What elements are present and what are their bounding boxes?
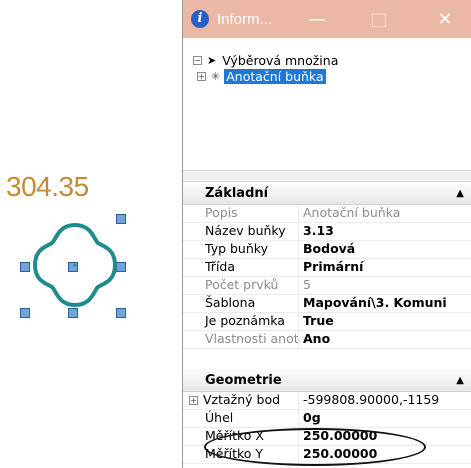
window-title: Inform... [217, 10, 273, 28]
information-panel: i Inform... — □ ✕ − ➤ Výběrová množina +… [182, 0, 471, 468]
info-icon: i [191, 10, 209, 28]
property-row[interactable]: Název buňky 3.13 [183, 223, 471, 241]
tree-child-label[interactable]: Anotační buňka [224, 68, 326, 84]
cell-annotation-text[interactable]: 304.35 [6, 171, 89, 203]
close-button[interactable]: ✕ [425, 0, 465, 38]
collapse-icon[interactable]: − [193, 55, 202, 65]
property-row[interactable]: Počet prvků 5 [183, 277, 471, 295]
annotation-cell-icon: ✳ [211, 69, 221, 83]
section-geometry-title: Geometrie [205, 372, 282, 388]
property-row[interactable]: Třída Primární [183, 259, 471, 277]
collapse-up-icon[interactable]: ▲ [456, 188, 464, 199]
tree-child[interactable]: + ✳ Anotační buňka [193, 68, 471, 84]
maximize-button[interactable]: □ [359, 0, 399, 38]
minimize-button[interactable]: — [297, 0, 337, 38]
selection-tree: − ➤ Výběrová množina + ✳ Anotační buňka [183, 38, 471, 170]
quatrefoil-cell-symbol[interactable] [20, 210, 130, 320]
tree-root-label: Výběrová množina [222, 52, 339, 68]
section-gap [183, 349, 471, 369]
section-basic-header[interactable]: Základní ▲ [183, 182, 471, 205]
collapse-up-icon[interactable]: ▲ [456, 375, 464, 386]
panel-splitter[interactable] [183, 170, 471, 182]
section-basic-title: Základní [205, 185, 269, 201]
section-geometry-header[interactable]: Geometrie ▲ [183, 369, 471, 392]
property-row[interactable]: + Vztažný bod -599808.90000,-1159 [183, 392, 471, 410]
expand-icon[interactable]: + [189, 396, 198, 405]
basic-properties: Popis Anotační buňka Název buňky 3.13 Typ … [183, 205, 471, 349]
property-row[interactable]: Měřítko Y 250.00000 [183, 446, 471, 464]
property-row[interactable]: Je poznámka True [183, 313, 471, 331]
drawing-canvas[interactable]: 304.35 [0, 0, 180, 468]
geometry-properties: + Vztažný bod -599808.90000,-1159 Úhel 0g … [183, 392, 471, 464]
title-bar[interactable]: i Inform... — □ ✕ [183, 0, 471, 38]
property-row[interactable]: Šablona Mapování\3. Komuni [183, 295, 471, 313]
property-row[interactable]: Typ buňky Bodová [183, 241, 471, 259]
cursor-arrow-icon: ➤ [207, 53, 217, 67]
property-row[interactable]: Úhel 0g [183, 410, 471, 428]
property-row[interactable]: Vlastnosti anotacAno [183, 331, 471, 349]
property-row[interactable]: Měřítko X 250.00000 [183, 428, 471, 446]
expand-icon[interactable]: + [197, 71, 206, 81]
property-row[interactable]: Popis Anotační buňka [183, 205, 471, 223]
tree-root[interactable]: − ➤ Výběrová množina [193, 52, 471, 68]
